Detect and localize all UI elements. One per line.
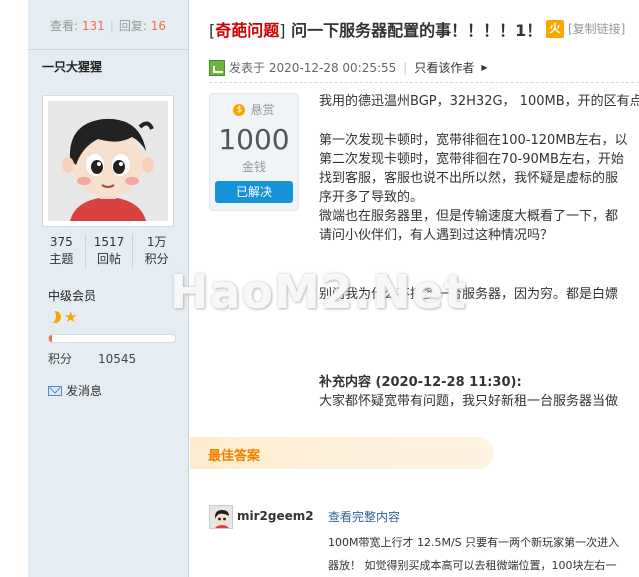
- topics-count: 375: [49, 235, 73, 249]
- posted-time: 2020-12-28 00:25:55: [268, 60, 397, 75]
- coin-icon: $: [233, 103, 246, 116]
- author-name[interactable]: 一只大猩猩: [42, 58, 102, 75]
- points-row: 积分 10545: [48, 350, 136, 367]
- thread-category-link[interactable]: [奇葩问题]: [209, 21, 286, 40]
- answer-avatar[interactable]: [209, 505, 233, 529]
- posts-label: 回帖: [97, 252, 122, 266]
- content-line: 我用的德迅温州BGP，32H32G， 100MB，开的区有点: [319, 94, 639, 109]
- posts-stat[interactable]: 1517 回帖: [84, 234, 133, 268]
- level-progress-fill: [49, 335, 52, 342]
- answer-line: 100M带宽上行才 12.5M/S 只要有一两个新玩家第一次进入: [328, 536, 620, 549]
- star-icon: ★: [64, 308, 78, 326]
- envelope-icon: [48, 385, 62, 396]
- credits-stat[interactable]: 1万 积分: [132, 234, 180, 268]
- reward-box: $ 悬赏 1000 金钱 已解决: [209, 93, 299, 211]
- thread-stats: 查看: 131 | 回复: 16: [28, 0, 188, 50]
- content-line: 第一次发现卡顿时，宽带徘徊在100-120MB左右，以: [319, 133, 628, 148]
- posted-prefix: 发表于: [229, 61, 266, 75]
- content-line: 微端也在服务器里，但是传输速度大概看了一下，都: [319, 209, 619, 224]
- replies-label: 回复:: [118, 19, 147, 33]
- reward-amount: 1000: [218, 123, 290, 156]
- best-answer-content: 100M带宽上行才 12.5M/S 只要有一两个新玩家第一次进入 器放！ 如觉得…: [328, 531, 639, 577]
- content-line: 找到客服，客服也说不出所以然，我怀疑是虚标的服: [319, 171, 619, 186]
- content-line: 第二次发现卡顿时，宽带徘徊在70-90MB左右，开始: [319, 152, 624, 167]
- thread-title: [奇葩问题] 问一下服务器配置的事！！！！1！: [209, 17, 542, 41]
- supplement-title: 补充内容 (2020-12-28 11:30):: [319, 375, 522, 390]
- answer-username[interactable]: mir2geem2: [237, 509, 314, 523]
- answer-line: 器放！ 如觉得别买成本高可以去租微端位置，100块左右一: [328, 559, 617, 572]
- author-avatar[interactable]: [42, 95, 174, 227]
- avatar-cartoon-icon: [48, 101, 168, 221]
- views-label: 查看:: [50, 19, 79, 33]
- level-stars: ★: [45, 308, 78, 326]
- author-sidebar: 查看: 131 | 回复: 16 一只大猩猩 375 主题 1517 回帖 1万…: [28, 0, 189, 577]
- replies-count: 16: [150, 19, 166, 33]
- online-status-icon: [209, 59, 225, 76]
- level-progress-bar: [48, 334, 176, 343]
- topics-stat[interactable]: 375 主题: [38, 234, 85, 268]
- solved-badge[interactable]: 已解决: [215, 181, 293, 203]
- points-label: 积分: [48, 352, 73, 366]
- reward-label: 悬赏: [250, 103, 275, 117]
- thread-category[interactable]: 奇葩问题: [215, 21, 279, 40]
- post-meta: 发表于 2020-12-28 00:25:55 | 只看该作者 ▶: [209, 59, 488, 76]
- thread-title-text: 问一下服务器配置的事！！！！1！: [291, 21, 543, 40]
- topics-label: 主题: [49, 252, 74, 266]
- posts-count: 1517: [93, 235, 125, 249]
- credits-count: 1万: [146, 235, 167, 249]
- best-answer-label: 最佳答案: [208, 449, 261, 464]
- fire-icon[interactable]: 火: [546, 20, 564, 38]
- moon-icon: [45, 309, 61, 324]
- supplement-body: 大家都怀疑宽带有问题，我只好新租一台服务器当做: [319, 394, 619, 409]
- watermark: HaoM2.Net: [170, 265, 468, 319]
- send-message-link[interactable]: 发消息: [48, 382, 102, 399]
- divider: [209, 82, 639, 83]
- view-full-link[interactable]: 查看完整内容: [328, 508, 400, 525]
- best-answer-banner: 最佳答案: [190, 437, 494, 469]
- reward-unit: 金钱: [241, 160, 266, 174]
- views-count: 131: [81, 19, 105, 33]
- author-stats: 375 主题 1517 回帖 1万 积分: [38, 234, 180, 268]
- content-line: 序开多了导致的。: [319, 190, 424, 205]
- avatar-cartoon-icon: [210, 506, 232, 528]
- content-line: 请问小伙伴们，有人遇到过这种情况吗？: [319, 228, 554, 243]
- send-message-label: 发消息: [66, 384, 103, 398]
- member-level[interactable]: 中级会员: [48, 287, 96, 304]
- arrow-right-icon[interactable]: ▶: [481, 63, 487, 72]
- only-author-link[interactable]: 只看该作者: [414, 59, 474, 76]
- points-value: 10545: [98, 352, 137, 366]
- copy-link-button[interactable]: [复制链接]: [568, 20, 625, 37]
